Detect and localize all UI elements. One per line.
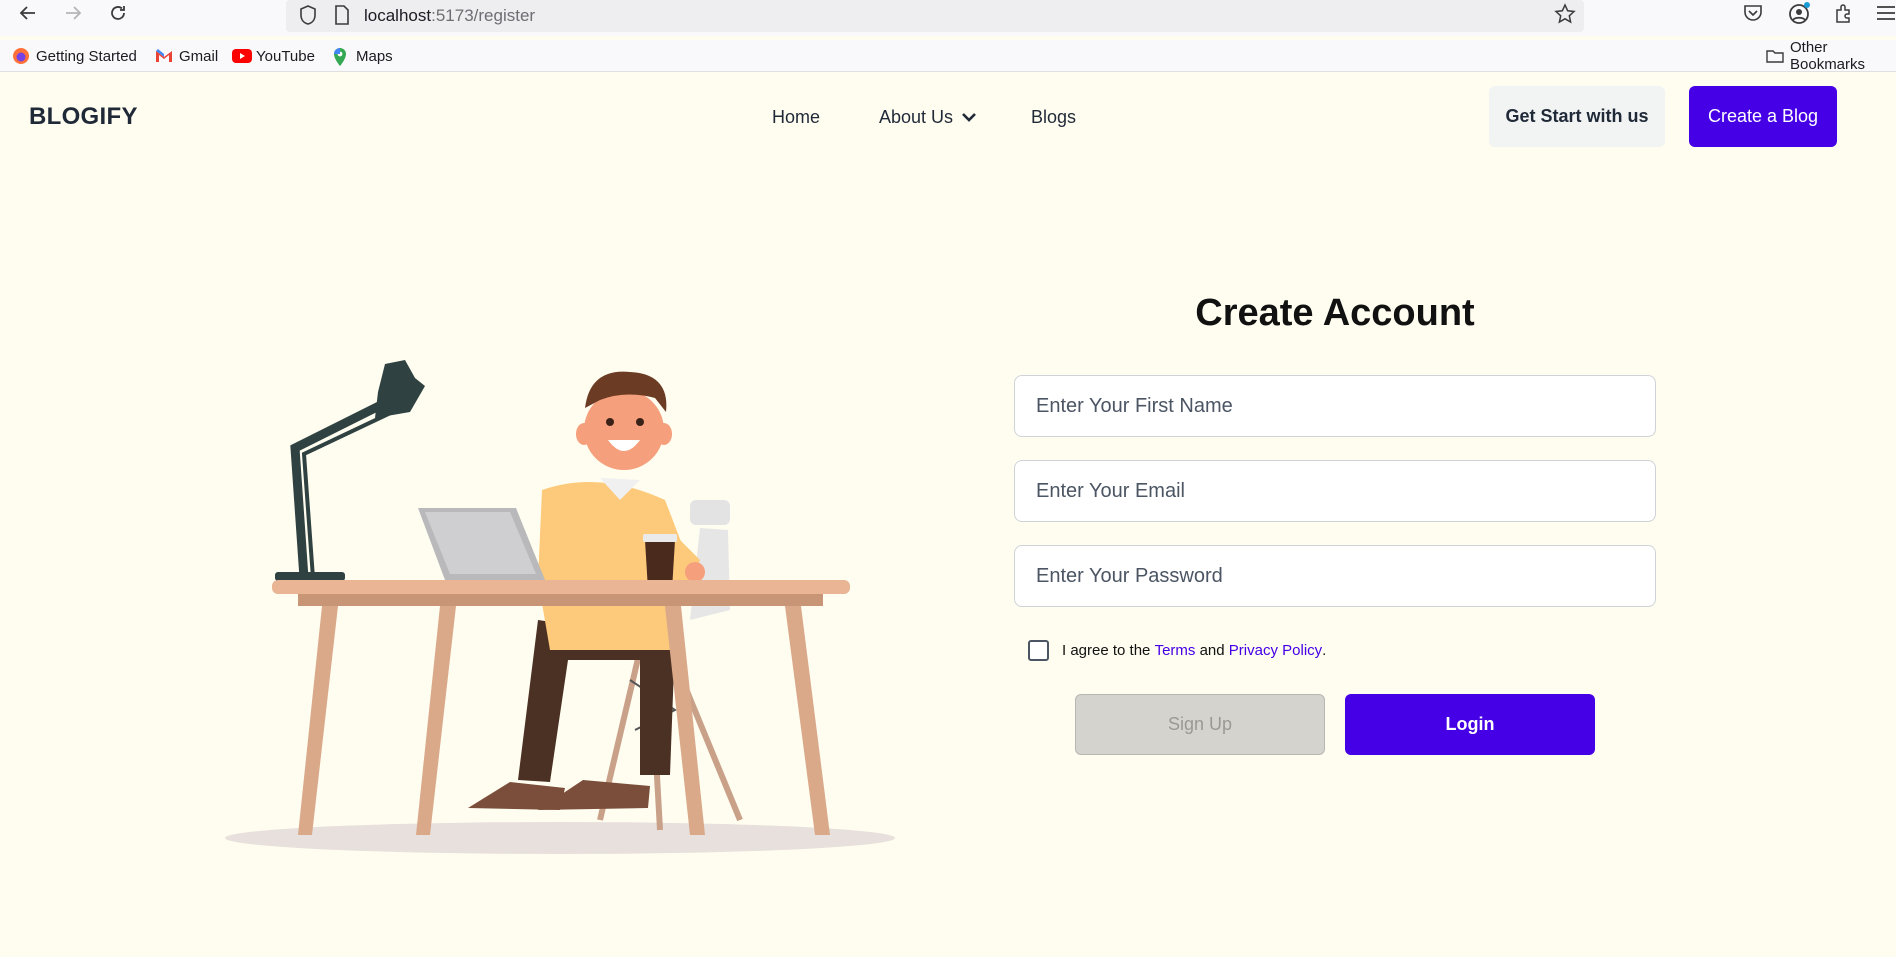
menu-icon[interactable] <box>1875 4 1896 27</box>
bookmarks-bar: Getting Started Gmail YouTube Maps Other… <box>0 39 1896 73</box>
url-text[interactable]: localhost:5173/register <box>364 6 535 26</box>
browser-toolbar: localhost:5173/register <box>0 0 1896 36</box>
address-bar[interactable]: localhost:5173/register <box>286 0 1584 32</box>
first-name-input[interactable] <box>1014 375 1656 437</box>
chevron-down-icon <box>961 107 977 128</box>
pocket-icon[interactable] <box>1742 2 1764 29</box>
nav-blogs[interactable]: Blogs <box>1031 107 1076 128</box>
site-logo[interactable]: BLOGIFY <box>29 103 138 131</box>
email-input[interactable] <box>1014 460 1656 522</box>
create-blog-button[interactable]: Create a Blog <box>1689 86 1837 147</box>
bookmark-getting-started[interactable]: Getting Started <box>12 45 137 67</box>
terms-link[interactable]: Terms <box>1155 642 1196 659</box>
page-info-icon[interactable] <box>334 5 350 30</box>
agree-checkbox[interactable] <box>1028 640 1049 661</box>
maps-icon <box>332 47 350 66</box>
desk-illustration <box>220 350 910 860</box>
back-icon[interactable] <box>13 0 43 26</box>
folder-icon <box>1766 47 1784 65</box>
terms-agreement: I agree to the Terms and Privacy Policy … <box>1028 640 1326 661</box>
forward-icon[interactable] <box>58 0 88 26</box>
password-input[interactable] <box>1014 545 1656 607</box>
bookmark-gmail[interactable]: Gmail <box>155 45 218 67</box>
youtube-icon <box>232 47 252 65</box>
firefox-icon <box>12 47 30 65</box>
get-start-button[interactable]: Get Start with us <box>1489 86 1665 147</box>
gmail-icon <box>155 47 173 65</box>
bookmark-maps[interactable]: Maps <box>332 45 393 67</box>
other-bookmarks[interactable]: Other Bookmarks <box>1766 39 1896 73</box>
login-button[interactable]: Login <box>1345 694 1595 755</box>
bookmark-youtube[interactable]: YouTube <box>232 45 315 67</box>
form-title: Create Account <box>1195 292 1475 334</box>
sign-up-button[interactable]: Sign Up <box>1075 694 1325 755</box>
site-header: BLOGIFY Home About Us Blogs Get Start wi… <box>0 73 1896 163</box>
reload-icon[interactable] <box>103 0 133 26</box>
extensions-icon[interactable] <box>1832 2 1854 29</box>
shield-icon[interactable] <box>298 4 318 31</box>
account-icon[interactable] <box>1787 2 1811 31</box>
nav-home[interactable]: Home <box>772 107 820 128</box>
privacy-policy-link[interactable]: Privacy Policy <box>1229 642 1322 659</box>
nav-about-us[interactable]: About Us <box>879 107 977 128</box>
bookmark-star-icon[interactable] <box>1554 3 1576 30</box>
